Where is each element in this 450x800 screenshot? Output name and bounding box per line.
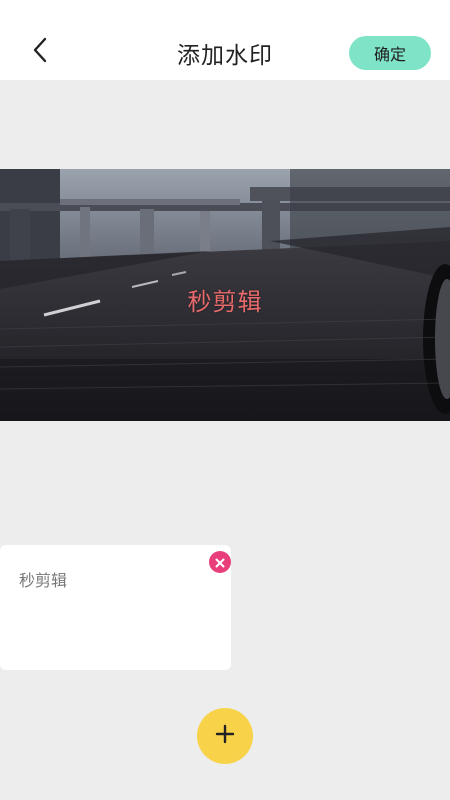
add-watermark-button[interactable] <box>197 708 253 764</box>
watermark-item-text: 秒剪辑 <box>19 571 68 590</box>
watermark-overlay-text[interactable]: 秒剪辑 <box>0 282 450 317</box>
video-preview: 秒剪辑 <box>0 169 450 421</box>
top-bar: 添加水印 确定 <box>0 0 450 80</box>
watermark-list-item[interactable]: 秒剪辑 <box>0 545 231 670</box>
close-icon <box>215 553 225 572</box>
remove-watermark-button[interactable] <box>209 551 231 573</box>
plus-icon <box>215 724 235 748</box>
confirm-button[interactable]: 确定 <box>349 36 431 70</box>
